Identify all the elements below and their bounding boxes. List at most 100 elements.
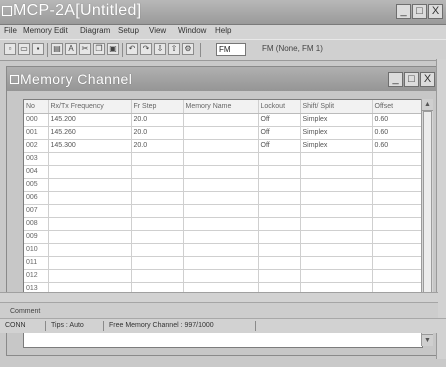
cell-shift-split[interactable]: Simplex [300, 113, 373, 127]
cell-no[interactable]: 008 [24, 217, 49, 231]
save-icon[interactable]: ▪ [32, 43, 44, 55]
col-frequency[interactable]: Rx/Tx Frequency [48, 100, 132, 114]
cell-memory-name[interactable] [183, 204, 259, 218]
cell-shift-split[interactable] [300, 217, 373, 231]
cell-fr-step[interactable] [131, 217, 184, 231]
cell-offset[interactable] [372, 243, 422, 257]
cell-no[interactable]: 001 [24, 126, 49, 140]
cell-memory-name[interactable] [183, 178, 259, 192]
cell-fr-step[interactable] [131, 152, 184, 166]
cell-memory-name[interactable] [183, 139, 259, 153]
maximize-button[interactable]: □ [412, 4, 427, 19]
cell-shift-split[interactable] [300, 269, 373, 283]
open-folder-icon[interactable]: ▭ [18, 43, 30, 55]
cell-shift-split[interactable] [300, 230, 373, 244]
cell-shift-split[interactable] [300, 165, 373, 179]
cell-lockout[interactable] [258, 243, 301, 257]
cell-memory-name[interactable] [183, 113, 259, 127]
cell-frequency[interactable]: 145.300 [48, 139, 132, 153]
window-icon[interactable] [10, 75, 19, 84]
cell-frequency[interactable] [48, 230, 132, 244]
cell-offset[interactable] [372, 178, 422, 192]
cell-memory-name[interactable] [183, 217, 259, 231]
cell-fr-step[interactable] [131, 191, 184, 205]
new-file-icon[interactable]: ▫ [4, 43, 16, 55]
cell-frequency[interactable] [48, 152, 132, 166]
cell-lockout[interactable]: Off [258, 126, 301, 140]
cell-lockout[interactable] [258, 230, 301, 244]
cell-no[interactable]: 011 [24, 256, 49, 270]
cell-offset[interactable] [372, 191, 422, 205]
cell-fr-step[interactable] [131, 243, 184, 257]
cell-fr-step[interactable] [131, 256, 184, 270]
cell-offset[interactable]: 0.60 [372, 113, 422, 127]
cell-lockout[interactable] [258, 191, 301, 205]
cell-offset[interactable]: 0.60 [372, 139, 422, 153]
menu-window[interactable]: Window [178, 26, 206, 35]
table-row[interactable]: 007 [24, 204, 422, 218]
cell-memory-name[interactable] [183, 191, 259, 205]
cell-frequency[interactable] [48, 178, 132, 192]
cell-shift-split[interactable] [300, 191, 373, 205]
cell-offset[interactable] [372, 256, 422, 270]
redo-icon[interactable]: ↷ [140, 43, 152, 55]
table-row[interactable]: 002 145.300 20.0 Off Simplex 0.60 [24, 139, 422, 153]
menu-view[interactable]: View [149, 26, 166, 35]
col-lockout[interactable]: Lockout [258, 100, 301, 114]
menu-help[interactable]: Help [215, 26, 231, 35]
cell-offset[interactable] [372, 152, 422, 166]
cell-shift-split[interactable] [300, 256, 373, 270]
cell-lockout[interactable] [258, 217, 301, 231]
cell-offset[interactable] [372, 165, 422, 179]
scroll-up-icon[interactable]: ▲ [422, 99, 433, 111]
cell-memory-name[interactable] [183, 126, 259, 140]
col-memory-name[interactable]: Memory Name [183, 100, 259, 114]
cell-offset[interactable]: 0.60 [372, 126, 422, 140]
cell-no[interactable]: 007 [24, 204, 49, 218]
cell-fr-step[interactable] [131, 204, 184, 218]
cell-fr-step[interactable]: 20.0 [131, 126, 184, 140]
cell-lockout[interactable] [258, 204, 301, 218]
menu-file[interactable]: File [4, 26, 17, 35]
cell-shift-split[interactable]: Simplex [300, 126, 373, 140]
mode-select[interactable]: FM [216, 43, 246, 56]
child-minimize-button[interactable]: _ [388, 72, 403, 87]
cell-memory-name[interactable] [183, 243, 259, 257]
cell-fr-step[interactable] [131, 165, 184, 179]
cell-no[interactable]: 002 [24, 139, 49, 153]
cell-shift-split[interactable]: Simplex [300, 139, 373, 153]
cell-shift-split[interactable] [300, 152, 373, 166]
cell-lockout[interactable]: Off [258, 139, 301, 153]
cell-fr-step[interactable]: 20.0 [131, 113, 184, 127]
cell-frequency[interactable] [48, 243, 132, 257]
col-offset[interactable]: Offset [372, 100, 422, 114]
memory-channel-title-bar[interactable]: Memory Channel _ □ X [7, 67, 445, 91]
cell-fr-step[interactable] [131, 269, 184, 283]
cell-frequency[interactable] [48, 165, 132, 179]
cell-frequency[interactable] [48, 204, 132, 218]
table-row[interactable]: 005 [24, 178, 422, 192]
text-icon[interactable]: A [65, 43, 77, 55]
app-icon[interactable] [2, 6, 12, 16]
cell-lockout[interactable] [258, 256, 301, 270]
cell-shift-split[interactable] [300, 204, 373, 218]
cell-no[interactable]: 006 [24, 191, 49, 205]
cell-fr-step[interactable] [131, 178, 184, 192]
cell-offset[interactable] [372, 230, 422, 244]
cell-memory-name[interactable] [183, 256, 259, 270]
print-icon[interactable]: ▤ [51, 43, 63, 55]
settings-icon[interactable]: ⚙ [182, 43, 194, 55]
col-fr-step[interactable]: Fr Step [131, 100, 184, 114]
table-row[interactable]: 009 [24, 230, 422, 244]
cell-lockout[interactable]: Off [258, 113, 301, 127]
cell-frequency[interactable]: 145.260 [48, 126, 132, 140]
copy-icon[interactable]: ❐ [93, 43, 105, 55]
menu-diagram[interactable]: Diagram [80, 26, 110, 35]
cell-frequency[interactable]: 145.200 [48, 113, 132, 127]
cell-lockout[interactable] [258, 152, 301, 166]
table-row[interactable]: 003 [24, 152, 422, 166]
cell-no[interactable]: 009 [24, 230, 49, 244]
cell-memory-name[interactable] [183, 165, 259, 179]
write-radio-icon[interactable]: ⇧ [168, 43, 180, 55]
cell-no[interactable]: 010 [24, 243, 49, 257]
